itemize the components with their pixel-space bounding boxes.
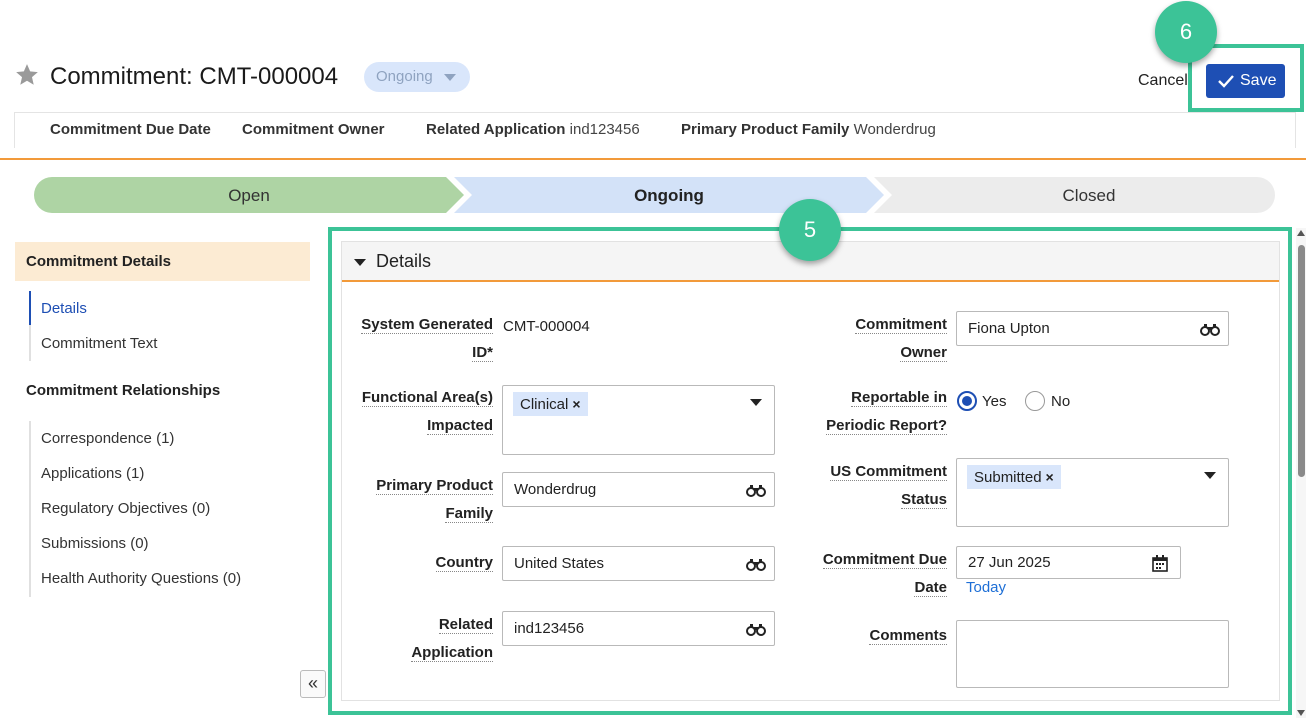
scroll-up-arrow-icon[interactable]	[1297, 230, 1305, 236]
nav-item-applications[interactable]: Applications (1)	[41, 465, 144, 482]
nav-active-indicator	[29, 291, 31, 325]
cancel-button[interactable]: Cancel	[1138, 72, 1188, 90]
collapse-sidebar-button[interactable]: «	[300, 670, 326, 698]
stage-label-ongoing: Ongoing	[634, 186, 704, 205]
status-label: Ongoing	[376, 68, 433, 85]
nav-section-relationships: Commitment Relationships	[26, 382, 221, 399]
scrollbar-thumb[interactable]	[1298, 245, 1305, 477]
nav-group-line	[29, 421, 31, 597]
nav-item-correspondence[interactable]: Correspondence (1)	[41, 430, 174, 447]
summary-related-application: Related Application ind123456	[426, 121, 640, 138]
stage-label-open: Open	[228, 186, 270, 205]
callout-badge-5: 5	[779, 199, 841, 261]
nav-item-commitment-text[interactable]: Commitment Text	[41, 335, 157, 352]
callout-badge-6: 6	[1155, 1, 1217, 63]
scroll-down-arrow-icon[interactable]	[1297, 710, 1305, 716]
status-dropdown[interactable]: Ongoing	[364, 62, 470, 92]
stage-label-closed: Closed	[1063, 186, 1116, 205]
header-divider	[0, 158, 1306, 160]
nav-section-commitment-details[interactable]: Commitment Details	[15, 242, 310, 281]
callout-highlight-form	[328, 227, 1292, 715]
summary-product-family: Primary Product Family Wonderdrug	[681, 121, 936, 138]
chevron-down-icon	[444, 74, 456, 81]
nav-item-health-authority-questions[interactable]: Health Authority Questions (0)	[41, 570, 241, 587]
nav-item-submissions[interactable]: Submissions (0)	[41, 535, 149, 552]
favorite-star-icon[interactable]	[14, 62, 40, 88]
nav-item-regulatory-objectives[interactable]: Regulatory Objectives (0)	[41, 500, 210, 517]
lifecycle-path: Open Ongoing Closed	[34, 177, 1275, 213]
summary-owner: Commitment Owner	[242, 121, 385, 138]
summary-due-date: Commitment Due Date	[50, 121, 211, 138]
nav-item-details[interactable]: Details	[41, 300, 87, 317]
page-title: Commitment: CMT-000004	[50, 63, 339, 90]
